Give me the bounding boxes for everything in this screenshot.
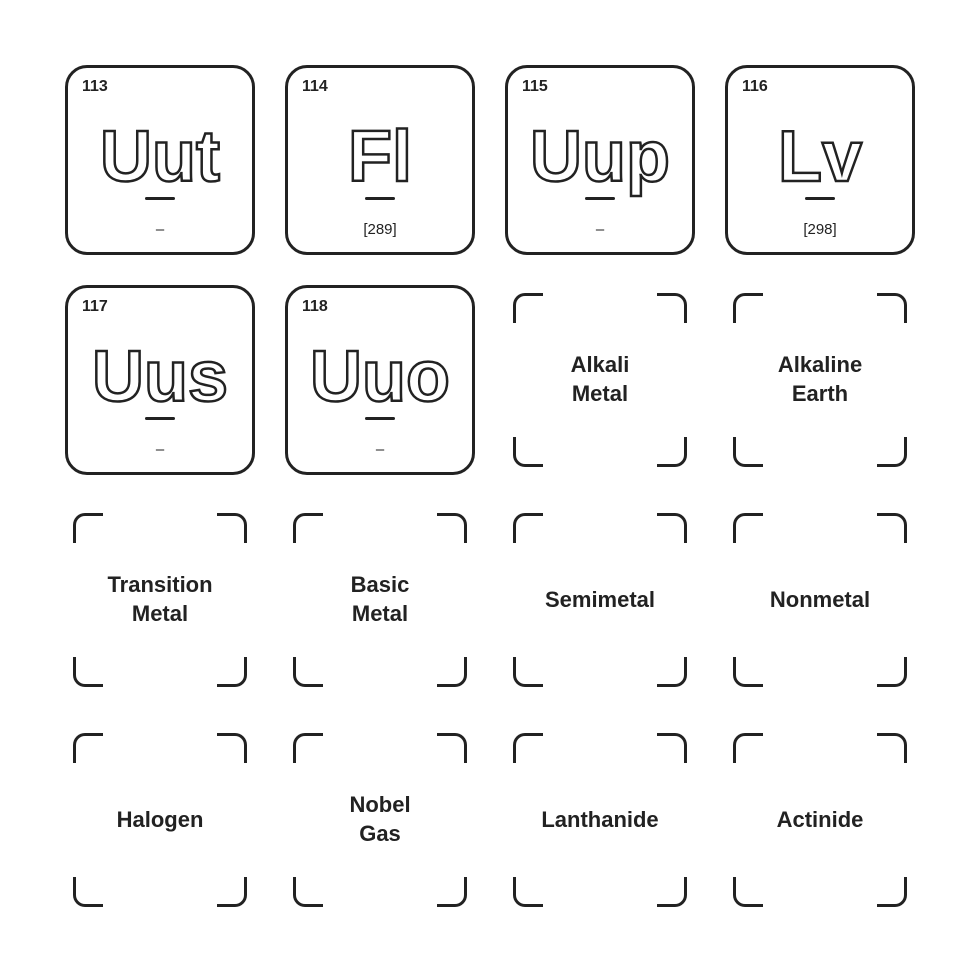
corner-tr: [217, 733, 247, 763]
corner-tl: [513, 733, 543, 763]
element-number: 115: [522, 78, 548, 96]
corner-tl: [513, 513, 543, 543]
category-label: Semimetal: [545, 586, 655, 615]
corner-br: [657, 657, 687, 687]
corner-tr: [657, 293, 687, 323]
corner-br: [877, 657, 907, 687]
corner-bl: [733, 877, 763, 907]
element-dash: [145, 417, 175, 420]
corner-tr: [657, 513, 687, 543]
category-label: AlkaliMetal: [571, 351, 630, 408]
element-card: 114 Fl [289]: [285, 65, 475, 255]
corner-tr: [877, 513, 907, 543]
corner-bl: [513, 437, 543, 467]
element-dash: [365, 197, 395, 200]
element-symbol: Uup: [530, 121, 670, 193]
category-card: Actinide: [725, 725, 915, 915]
category-card: Lanthanide: [505, 725, 695, 915]
element-card: 118 Uuo –: [285, 285, 475, 475]
corner-tr: [877, 293, 907, 323]
corner-tr: [877, 733, 907, 763]
category-label: Nonmetal: [770, 586, 870, 615]
category-label: Actinide: [777, 806, 864, 835]
element-symbol: Fl: [348, 121, 412, 193]
element-symbol: Uus: [92, 341, 228, 413]
element-card: 117 Uus –: [65, 285, 255, 475]
corner-tl: [73, 513, 103, 543]
category-card: AlkalineEarth: [725, 285, 915, 475]
corner-tl: [733, 293, 763, 323]
category-card: AlkaliMetal: [505, 285, 695, 475]
corner-bl: [73, 877, 103, 907]
corner-bl: [513, 657, 543, 687]
element-mass: –: [596, 221, 604, 238]
category-label: AlkalineEarth: [778, 351, 862, 408]
corner-br: [657, 877, 687, 907]
corner-bl: [513, 877, 543, 907]
corner-bl: [733, 437, 763, 467]
element-mass: –: [376, 441, 384, 458]
category-label: NobelGas: [349, 791, 410, 848]
corner-bl: [293, 657, 323, 687]
category-card: NobelGas: [285, 725, 475, 915]
element-symbol: Uuo: [310, 341, 450, 413]
element-number: 117: [82, 298, 108, 316]
corner-tr: [657, 733, 687, 763]
element-card: 113 Uut –: [65, 65, 255, 255]
element-symbol: Uut: [100, 121, 220, 193]
corner-br: [877, 877, 907, 907]
category-label: Halogen: [117, 806, 204, 835]
element-dash: [805, 197, 835, 200]
element-number: 113: [82, 78, 108, 96]
corner-br: [877, 437, 907, 467]
corner-tl: [293, 733, 323, 763]
corner-br: [437, 877, 467, 907]
corner-tl: [293, 513, 323, 543]
category-card: TransitionMetal: [65, 505, 255, 695]
corner-br: [217, 877, 247, 907]
category-label: Lanthanide: [541, 806, 658, 835]
corner-br: [437, 657, 467, 687]
element-dash: [365, 417, 395, 420]
corner-bl: [733, 657, 763, 687]
corner-tl: [733, 513, 763, 543]
category-card: Nonmetal: [725, 505, 915, 695]
element-dash: [585, 197, 615, 200]
corner-br: [217, 657, 247, 687]
corner-bl: [73, 657, 103, 687]
element-card: 115 Uup –: [505, 65, 695, 255]
corner-tr: [437, 733, 467, 763]
periodic-table-grid: 113 Uut – 114 Fl [289] 115 Uup – 116 Lv [298] 117 Uus…: [25, 25, 955, 955]
element-mass: –: [156, 441, 164, 458]
element-mass: –: [156, 221, 164, 238]
corner-bl: [293, 877, 323, 907]
element-number: 116: [742, 78, 768, 96]
category-card: Halogen: [65, 725, 255, 915]
element-mass: [289]: [363, 221, 396, 238]
element-card: 116 Lv [298]: [725, 65, 915, 255]
category-card: BasicMetal: [285, 505, 475, 695]
corner-tl: [733, 733, 763, 763]
corner-br: [657, 437, 687, 467]
element-mass: [298]: [803, 221, 836, 238]
element-dash: [145, 197, 175, 200]
element-number: 114: [302, 78, 328, 96]
corner-tr: [437, 513, 467, 543]
category-label: BasicMetal: [351, 571, 410, 628]
corner-tr: [217, 513, 247, 543]
corner-tl: [513, 293, 543, 323]
element-symbol: Lv: [778, 121, 862, 193]
category-card: Semimetal: [505, 505, 695, 695]
corner-tl: [73, 733, 103, 763]
category-label: TransitionMetal: [107, 571, 212, 628]
element-number: 118: [302, 298, 328, 316]
